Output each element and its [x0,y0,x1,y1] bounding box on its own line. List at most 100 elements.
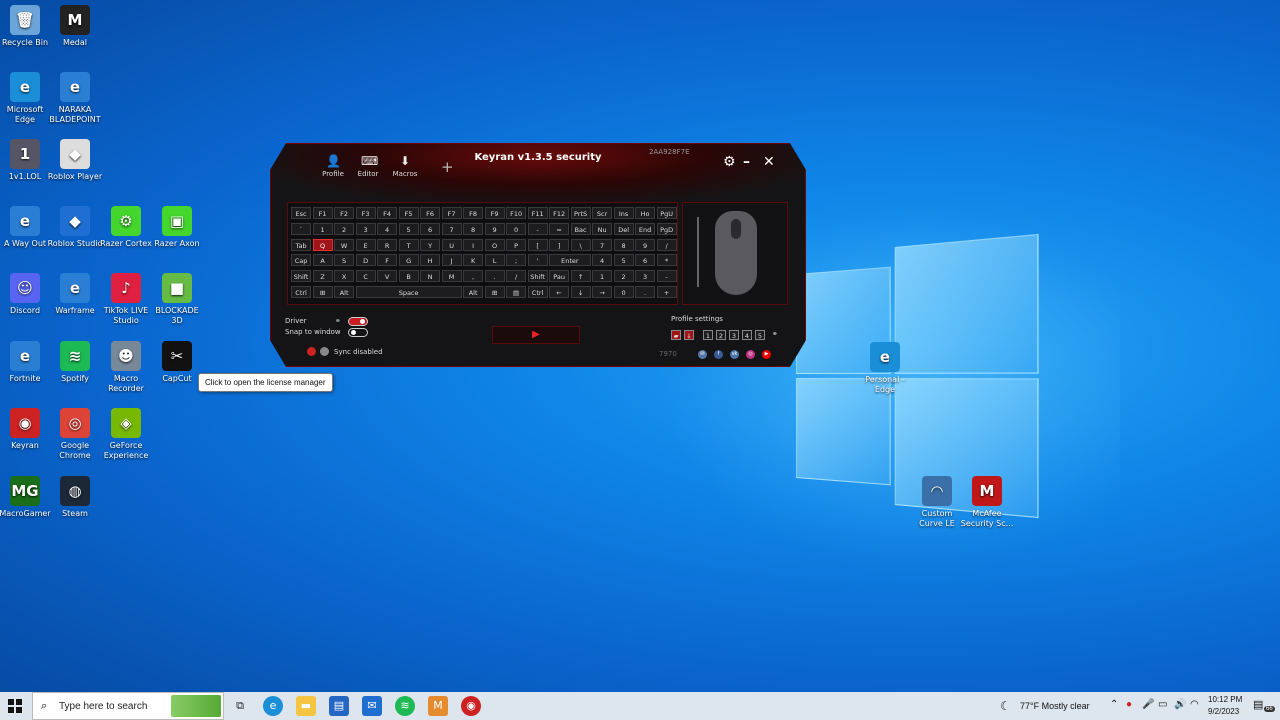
profile-3-button[interactable]: 3 [729,330,739,340]
key-ho[interactable]: Ho [635,207,655,219]
key-symbol[interactable]: / [506,270,526,282]
key-symbol[interactable]: , [463,270,483,282]
key-f9[interactable]: F9 [485,207,505,219]
key-o[interactable]: O [485,239,505,251]
notification-icon[interactable]: ▤ [1253,698,1263,711]
key-x[interactable]: X [334,270,354,282]
key-symbol[interactable]: = [549,223,569,235]
key-ins[interactable]: Ins [614,207,634,219]
key-f3[interactable]: F3 [356,207,376,219]
key-pgu[interactable]: PgU [657,207,677,219]
key-symbol[interactable]: ⊞ [313,286,333,298]
key-symbol[interactable]: ⊞ [485,286,505,298]
desktop-icon-macro-recorder[interactable]: ☻ Macro Recorder [98,341,154,394]
key-symbol[interactable]: ↑ [571,270,591,282]
windows-start-icon[interactable] [8,699,22,713]
chevron-up-icon[interactable]: ⌃ [1110,699,1118,710]
desktop-icon-blockade-3d[interactable]: ■ BLOCKADE 3D [149,273,205,326]
key-q[interactable]: Q [313,239,333,251]
file-explorer-icon[interactable]: ▬ [296,696,316,716]
spotify-taskbar-icon[interactable]: ≋ [395,696,415,716]
key-a[interactable]: A [313,254,333,266]
desktop-icon-steam[interactable]: ◍ Steam [47,476,103,519]
key-pau[interactable]: Pau [549,270,569,282]
key-m[interactable]: M [442,270,462,282]
key-symbol[interactable]: \ [571,239,591,251]
key-alt[interactable]: Alt [334,286,354,298]
network-icon[interactable]: ▭ [1158,699,1167,710]
key-1[interactable]: 1 [592,270,612,282]
key-esc[interactable]: Esc [291,207,311,219]
key-h[interactable]: H [420,254,440,266]
key-symbol[interactable]: / [657,239,677,251]
play-button[interactable]: ▶ [492,326,580,344]
profile-4-button[interactable]: 4 [742,330,752,340]
key-f6[interactable]: F6 [420,207,440,219]
key-e[interactable]: E [356,239,376,251]
key-f11[interactable]: F11 [528,207,548,219]
key-b[interactable]: B [399,270,419,282]
key-symbol[interactable]: ' [528,254,548,266]
key-f4[interactable]: F4 [377,207,397,219]
key-k[interactable]: K [463,254,483,266]
key-v[interactable]: V [377,270,397,282]
folder-icon[interactable]: ▰ [671,330,681,340]
key-end[interactable]: End [635,223,655,235]
key-symbol[interactable]: [ [528,239,548,251]
key-shift[interactable]: Shift [291,270,311,282]
key-6[interactable]: 6 [420,223,440,235]
key-w[interactable]: W [334,239,354,251]
key-8[interactable]: 8 [463,223,483,235]
key-f8[interactable]: F8 [463,207,483,219]
key-symbol[interactable]: → [592,286,612,298]
desktop-icon-roblox-studio[interactable]: ◆ Roblox Studio [47,206,103,249]
key-d[interactable]: D [356,254,376,266]
key-3[interactable]: 3 [356,223,376,235]
key-tab[interactable]: Tab [291,239,311,251]
settings-gear-icon[interactable]: ⚙ [723,154,736,170]
desktop-icon-razer-axon[interactable]: ▣ Razer Axon [149,206,205,249]
medal-taskbar-icon[interactable]: M [428,696,448,716]
key-f1[interactable]: F1 [313,207,333,219]
mail-taskbar-icon[interactable]: ✉ [362,696,382,716]
key-t[interactable]: T [399,239,419,251]
key-0[interactable]: 0 [614,286,634,298]
key-symbol[interactable]: ▤ [506,286,526,298]
sync-icon[interactable] [320,347,329,356]
desktop-icon-naraka-bladepoint[interactable]: e NARAKA BLADEPOINT [47,72,103,125]
key-p[interactable]: P [506,239,526,251]
mouse-wheel-button[interactable] [731,219,741,239]
key-n[interactable]: N [420,270,440,282]
key-symbol[interactable]: . [485,270,505,282]
desktop-icon-recycle-bin[interactable]: 🗑 Recycle Bin [0,5,53,48]
key-l[interactable]: L [485,254,505,266]
instagram-icon[interactable]: ◎ [746,350,755,359]
key-5[interactable]: 5 [614,254,634,266]
key-9[interactable]: 9 [485,223,505,235]
keyran-tray-icon[interactable]: ● [1126,699,1132,710]
youtube-icon[interactable]: ▶ [762,350,771,359]
desktop-icon-a-way-out[interactable]: e A Way Out [0,206,53,249]
keyran-taskbar-icon[interactable]: ◉ [461,696,481,716]
key-z[interactable]: Z [313,270,333,282]
desktop-icon-1v1-lol[interactable]: 1 1v1.LOL [0,139,53,182]
key-symbol[interactable]: ` [291,223,311,235]
desktop-icon-capcut[interactable]: ✂ CapCut [149,341,205,384]
key-9[interactable]: 9 [635,239,655,251]
add-icon[interactable]: + [441,158,454,176]
taskbar-search[interactable]: ⌕ Type here to search [32,692,224,720]
key-f7[interactable]: F7 [442,207,462,219]
keyran-window[interactable]: 👤 Profile ⌨ Editor ⬇ Macros + Keyran v1.… [270,143,806,367]
key-y[interactable]: Y [420,239,440,251]
editor-button[interactable]: ⌨ Editor [352,154,384,178]
key-symbol[interactable]: + [657,286,677,298]
key-scr[interactable]: Scr [592,207,612,219]
desktop-icon-keyran[interactable]: ◉ Keyran [0,408,53,451]
microphone-icon[interactable]: 🎤 [1142,699,1154,710]
desktop-icon-mcafee-security-sc-[interactable]: M McAfee Security Sc... [959,476,1015,529]
mail-icon[interactable]: ✉ [698,350,707,359]
key-ctrl[interactable]: Ctrl [291,286,311,298]
desktop-icon-tiktok-live-studio[interactable]: ♪ TikTok LIVE Studio [98,273,154,326]
key-j[interactable]: J [442,254,462,266]
key-f10[interactable]: F10 [506,207,526,219]
